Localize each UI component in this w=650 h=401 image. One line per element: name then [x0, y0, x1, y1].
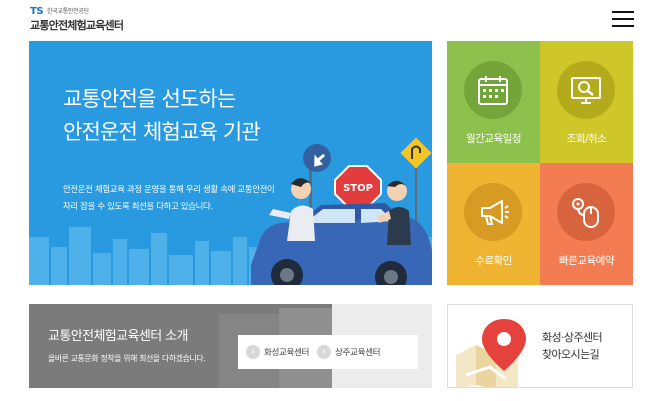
tile-monthly-schedule[interactable]: 월간교육일정 [447, 41, 540, 163]
tile-label: 수료확인 [475, 255, 512, 267]
center-buttons: › 화성교육센터 › 상주교육센터 [238, 335, 418, 369]
tile-completion-check[interactable]: 수료확인 [447, 163, 540, 285]
tile-label: 월간교육일정 [466, 133, 521, 145]
tile-lookup-cancel[interactable]: 조회/취소 [540, 41, 633, 163]
search-monitor-icon [571, 77, 601, 104]
directions-text: 화성·상주센터 찾아오시는길 [542, 331, 603, 361]
hero-illustration: STOP [29, 137, 432, 285]
logo-org-name: 한국교통안전공단 [47, 8, 89, 15]
chevron-right-icon: › [317, 345, 332, 359]
intro-description: 올바른 교통문화 정착을 위해 최선을 다하겠습니다. [48, 354, 206, 363]
hwaseong-center-button[interactable]: › 화성교육센터 [238, 335, 309, 369]
map-pin-icon [456, 319, 526, 387]
hero-description: 안전운전 체험교육 과정 운영을 통해 우리 생활 속에 교통안전이 자리 잡을… [63, 184, 275, 211]
tile-label: 빠른교육예약 [559, 255, 614, 267]
site-header: TS 한국교통안전공단 교통안전체험교육센터 [0, 0, 650, 40]
megaphone-icon [481, 200, 509, 225]
chevron-right-icon: › [246, 345, 260, 359]
mouse-click-icon [572, 198, 599, 228]
calendar-icon [478, 76, 508, 105]
intro-title: 교통안전체험교육센터 소개 [48, 329, 188, 344]
sangju-center-button[interactable]: › 상주교육센터 [309, 335, 380, 369]
hero-banner: STOP 교통안전을 선도하는 안전운전 체험교육 기관 안전운전 체험교육 과… [29, 41, 432, 285]
directions-link[interactable]: 화성·상주센터 찾아오시는길 [447, 304, 633, 388]
tile-label: 조회/취소 [566, 133, 607, 145]
hero-title: 교통안전을 선도하는 안전운전 체험교육 기관 [63, 87, 261, 144]
stop-sign-text: STOP [343, 183, 373, 194]
tile-quick-reservation[interactable]: 빠른교육예약 [540, 163, 633, 285]
logo-mark: TS [30, 6, 44, 17]
hamburger-menu-icon[interactable] [612, 11, 634, 28]
logo-site-name: 교통안전체험교육센터 [30, 19, 124, 32]
site-logo[interactable]: TS 한국교통안전공단 교통안전체험교육센터 [30, 6, 124, 33]
